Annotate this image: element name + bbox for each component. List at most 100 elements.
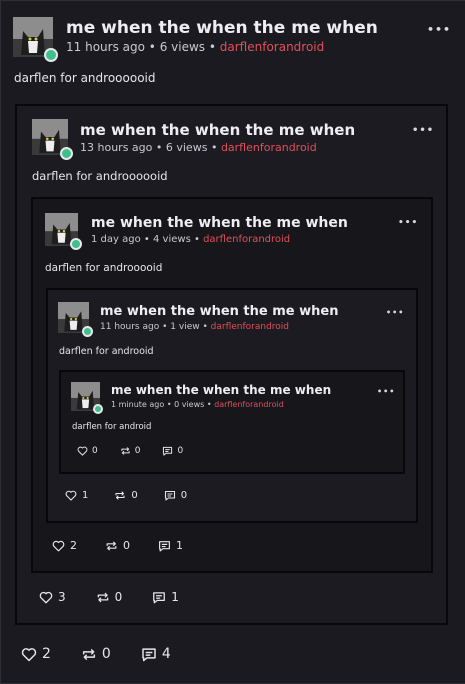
post-body: darflen for androoooid: [45, 262, 163, 274]
post-meta: 1 minute ago • 0 views • darflenforandro…: [111, 400, 284, 409]
like-count: 0: [92, 446, 98, 456]
repost-count: 0: [101, 646, 111, 662]
online-status-icon: [70, 238, 82, 250]
comment-count: 1: [176, 539, 183, 552]
repost-button[interactable]: 0: [81, 646, 111, 662]
post-body: darflen for androooooid: [14, 71, 156, 85]
post-author-link[interactable]: darflenforandroid: [220, 40, 325, 54]
meta-separator: •: [206, 400, 212, 409]
repost-count: 0: [123, 539, 130, 552]
meta-separator: •: [208, 40, 216, 54]
comment-icon: [142, 647, 156, 661]
repost-button[interactable]: 0: [114, 490, 138, 501]
heart-icon: [77, 446, 88, 456]
post-author-link[interactable]: darflenforandroid: [221, 141, 317, 154]
comment-button[interactable]: 1: [152, 590, 179, 604]
heart-icon: [52, 540, 65, 551]
post-outer: me when the when the me when 11 hours ag…: [0, 0, 465, 684]
more-options-button[interactable]: •••: [386, 308, 404, 317]
post-meta: 11 hours ago • 1 view • darflenforandroi…: [100, 322, 289, 332]
repost-button[interactable]: 0: [120, 446, 141, 456]
more-options-button[interactable]: •••: [412, 125, 434, 136]
repost-icon: [115, 491, 125, 500]
more-options-button[interactable]: •••: [427, 23, 451, 36]
reposted-post-card[interactable]: me when the when the me when 13 hours ag…: [15, 104, 448, 625]
post-author-link[interactable]: darflenforandroid: [214, 400, 284, 409]
repost-icon: [121, 447, 130, 455]
comment-count: 1: [171, 590, 179, 604]
comment-button[interactable]: 0: [162, 446, 183, 456]
meta-separator: •: [166, 400, 172, 409]
more-options-button[interactable]: •••: [398, 218, 418, 228]
post-actions: 3 0 1: [39, 590, 179, 604]
repost-icon: [97, 592, 108, 602]
reposted-post-card[interactable]: me when the when the me when 11 hours ag…: [46, 288, 418, 523]
heart-icon: [21, 647, 37, 661]
post-meta: 11 hours ago • 6 views • darflenforandro…: [66, 40, 324, 54]
post-title[interactable]: me when the when the me when: [100, 304, 338, 319]
reposted-post-card[interactable]: me when the when the me when 1 minute ag…: [59, 370, 405, 474]
post-views: 6 views: [159, 40, 206, 54]
post-author-link[interactable]: darflenforandroid: [203, 234, 290, 245]
post-actions: 2 0 4: [21, 646, 171, 662]
repost-count: 0: [131, 490, 138, 501]
post-time: 1 day ago: [91, 234, 141, 245]
post-body: darflen for androooooid: [32, 169, 168, 183]
post-title[interactable]: me when the when the me when: [80, 121, 355, 139]
online-status-icon: [93, 404, 103, 414]
repost-icon: [82, 648, 95, 660]
repost-button[interactable]: 0: [105, 539, 130, 552]
repost-count: 0: [134, 446, 141, 456]
post-title[interactable]: me when the when the me when: [111, 383, 331, 397]
post-views: 6 views: [165, 141, 208, 154]
avatar[interactable]: [71, 382, 103, 414]
avatar[interactable]: [45, 213, 82, 250]
meta-separator: •: [210, 141, 218, 154]
reposted-post-card[interactable]: me when the when the me when 1 day ago •…: [31, 197, 433, 573]
comment-count: 4: [161, 646, 171, 662]
meta-separator: •: [202, 322, 208, 332]
avatar[interactable]: [13, 17, 58, 62]
post-actions: 1 0 0: [65, 490, 187, 501]
post-title[interactable]: me when the when the me when: [91, 215, 348, 231]
comment-icon: [163, 446, 173, 456]
comment-button[interactable]: 1: [158, 539, 183, 552]
meta-separator: •: [143, 234, 150, 245]
post-body: darflen for android: [72, 422, 152, 432]
post-views: 4 views: [153, 234, 191, 245]
like-button[interactable]: 3: [39, 590, 66, 604]
post-author-link[interactable]: darflenforandroid: [211, 322, 289, 332]
meta-separator: •: [155, 141, 163, 154]
online-status-icon: [44, 48, 58, 62]
post-time: 13 hours ago: [80, 141, 153, 154]
avatar[interactable]: [58, 302, 93, 337]
comment-icon: [153, 591, 166, 603]
comment-button[interactable]: 0: [164, 490, 187, 501]
like-button[interactable]: 2: [52, 539, 77, 552]
more-options-button[interactable]: •••: [377, 387, 395, 396]
post-views: 1 view: [170, 322, 200, 332]
meta-separator: •: [148, 40, 156, 54]
comment-count: 0: [177, 446, 184, 456]
post-time: 1 minute ago: [111, 400, 165, 409]
heart-icon: [65, 490, 77, 501]
post-actions: 0 0 0: [77, 446, 183, 456]
comment-icon: [159, 540, 170, 551]
post-actions: 2 0 1: [52, 539, 183, 552]
like-count: 2: [42, 646, 51, 662]
meta-separator: •: [162, 322, 168, 332]
online-status-icon: [82, 326, 93, 337]
post-views: 0 views: [174, 400, 205, 409]
like-button[interactable]: 0: [77, 446, 98, 456]
like-button[interactable]: 1: [65, 490, 88, 501]
like-count: 3: [58, 590, 66, 604]
avatar[interactable]: [32, 119, 73, 160]
like-count: 1: [82, 490, 89, 501]
repost-button[interactable]: 0: [96, 590, 123, 604]
like-button[interactable]: 2: [21, 646, 51, 662]
post-title[interactable]: me when the when the me when: [66, 18, 378, 38]
post-time: 11 hours ago: [66, 40, 145, 54]
repost-count: 0: [114, 590, 123, 604]
comment-button[interactable]: 4: [141, 646, 171, 662]
post-time: 11 hours ago: [100, 322, 160, 332]
